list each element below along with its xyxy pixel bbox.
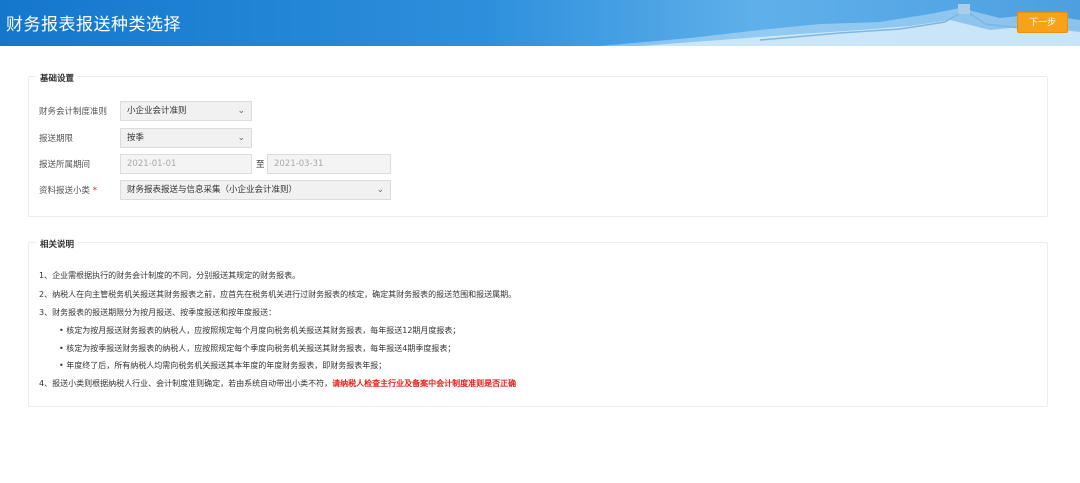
end-date-field[interactable]: 2021-03-31 [267,154,391,174]
chevron-down-icon: ⌄ [237,133,245,143]
notes-title: 相关说明 [36,238,79,250]
chevron-down-icon: ⌄ [376,185,384,195]
note-bullet: • 核定为按月报送财务报表的纳税人，应按照规定每个月度向税务机关报送其财务报表，… [59,326,461,335]
required-asterisk: * [92,186,97,196]
start-date-field[interactable]: 2021-01-01 [120,154,252,174]
note-item: 2、纳税人在向主管税务机关报送其财务报表之前，应首先在税务机关进行过财务报表的核… [39,290,517,299]
range-separator: 至 [256,160,265,170]
note-warning: 请纳税人检查主行业及备案中会计制度准则是否正确 [332,379,517,388]
basic-settings-panel: 基础设置 财务会计制度准则 小企业会计准则 ⌄ 报送期限 按季 ⌄ 报送所属期间… [28,72,1048,217]
standard-value: 小企业会计准则 [127,106,187,116]
period-value: 按季 [127,133,145,143]
standard-select[interactable]: 小企业会计准则 ⌄ [120,101,252,121]
category-value: 财务报表报送与信息采集（小企业会计准则） [127,185,298,195]
category-select[interactable]: 财务报表报送与信息采集（小企业会计准则） ⌄ [120,180,391,200]
note-item: 4、报送小类则根据纳税人行业、会计制度准则确定，若由系统自动带出小类不符，请纳税… [39,379,517,388]
note-bullet: • 核定为按季报送财务报表的纳税人，应按照规定每个季度向税务机关报送其财务报表，… [59,344,456,353]
note-item: 1、企业需根据执行的财务会计制度的不同，分别报送其规定的财务报表。 [39,271,301,280]
basic-settings-title: 基础设置 [36,72,79,84]
note-item: 3、财务报表的报送期限分为按月报送、按季度报送和按年度报送： [39,308,277,317]
standard-label: 财务会计制度准则 [39,107,108,117]
period-select[interactable]: 按季 ⌄ [120,128,252,148]
period-label: 报送期限 [39,134,74,144]
category-label: 资料报送小类 * [39,186,97,196]
range-label: 报送所属期间 [39,160,91,170]
page-header: 财务报表报送种类选择 下一步 [0,0,1080,46]
page-title: 财务报表报送种类选择 [6,15,181,35]
next-step-button[interactable]: 下一步 [1017,12,1068,33]
note-bullet: • 年度终了后，所有纳税人均需向税务机关报送其本年度的年度财务报表，即财务报表年… [59,361,387,370]
notes-panel: 相关说明 1、企业需根据执行的财务会计制度的不同，分别报送其规定的财务报表。 2… [28,238,1048,407]
chevron-down-icon: ⌄ [237,106,245,116]
